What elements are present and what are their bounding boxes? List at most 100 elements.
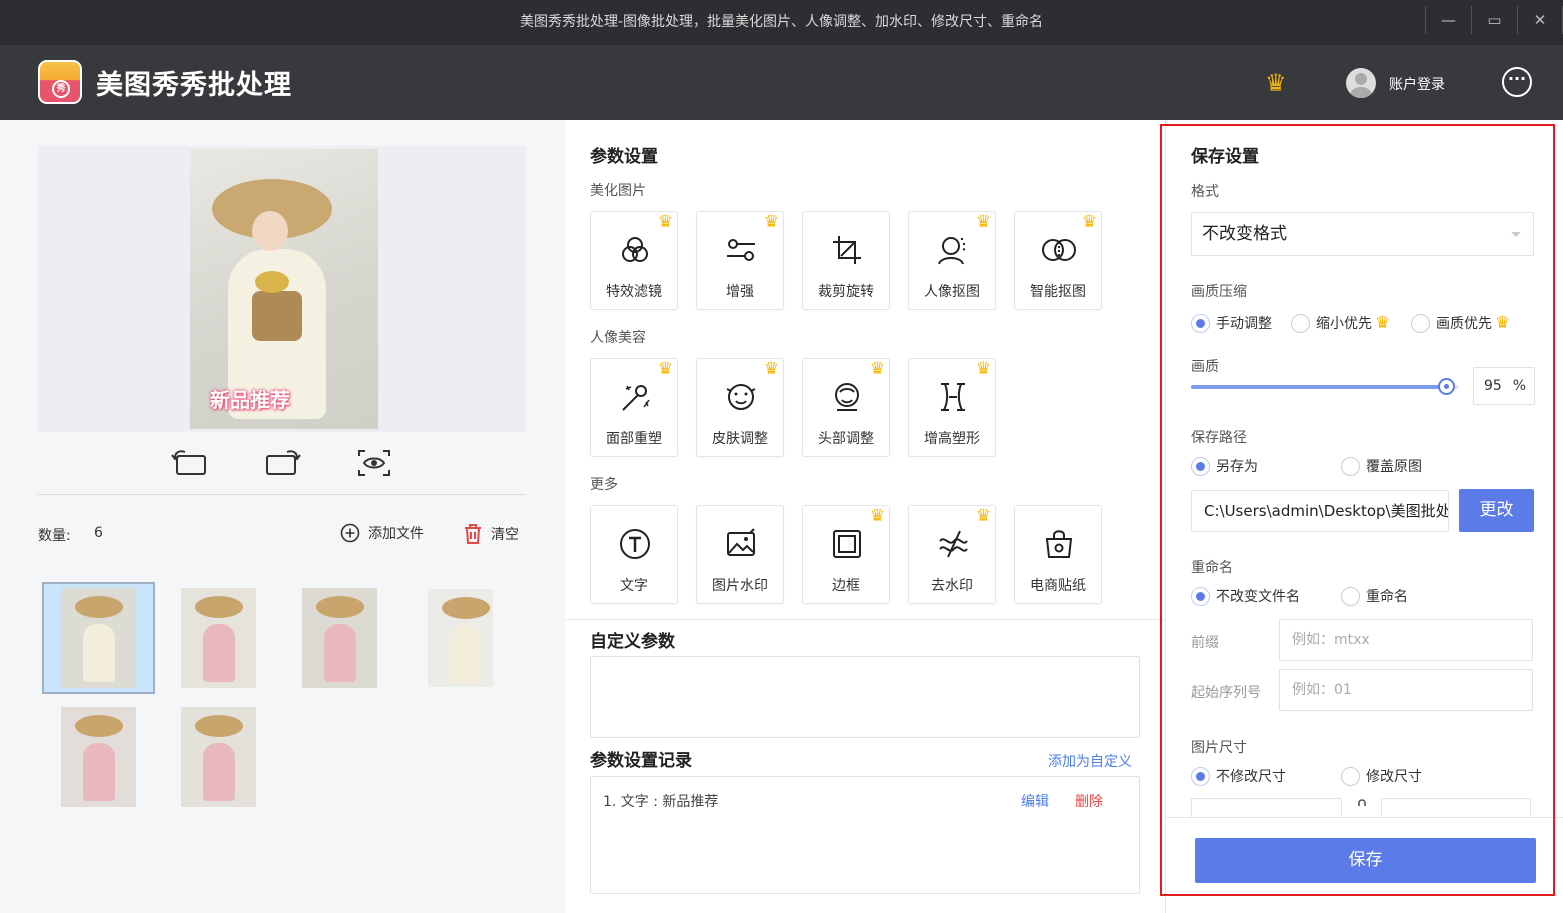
clear-label: 清空 — [491, 527, 519, 543]
tool-image-watermark[interactable]: 图片水印 — [696, 505, 784, 604]
window-titlebar: 美图秀秀批处理-图像批处理，批量美化图片、人像调整、加水印、修改尺寸、重命名 —… — [0, 0, 1563, 45]
watermark-text[interactable]: 新品推荐 — [210, 384, 290, 413]
vip-crown-icon: ♛ — [763, 212, 779, 232]
params-record-title: 参数设置记录 — [590, 751, 692, 771]
add-file-label: 添加文件 — [368, 526, 424, 542]
vip-crown-icon: ♛ — [975, 359, 991, 379]
preview-photo: 新品推荐 — [190, 149, 378, 429]
add-circle-icon — [340, 523, 360, 543]
thumbnail-2[interactable] — [162, 582, 275, 694]
record-item-text: 1. 文字 : 新品推荐 — [603, 794, 719, 810]
enhance-icon — [723, 232, 759, 268]
tool-crop[interactable]: 裁剪旋转 — [802, 211, 890, 310]
sticker-icon — [1041, 526, 1077, 562]
tool-label: 去水印 — [931, 578, 973, 594]
tool-label: 特效滤镜 — [606, 284, 662, 300]
user-avatar[interactable] — [1346, 68, 1376, 98]
logo-glyph: 秀 — [52, 80, 70, 98]
group-portrait-label: 人像美容 — [590, 330, 646, 346]
image-preview: 新品推荐 — [38, 146, 526, 432]
tool-skin-adjust[interactable]: 皮肤调整 ♛ — [696, 358, 784, 457]
window-title: 美图秀秀批处理-图像批处理，批量美化图片、人像调整、加水印、修改尺寸、重命名 — [519, 14, 1044, 30]
count-label: 数量: — [38, 528, 71, 544]
vip-crown-icon: ♛ — [975, 506, 991, 526]
image-list-panel: 新品推荐 数量: 6 添加文件 清空 — [0, 120, 565, 913]
record-delete-link[interactable]: 删除 — [1075, 791, 1103, 811]
tool-label: 图片水印 — [712, 578, 768, 594]
clear-button[interactable]: 清空 — [463, 523, 519, 545]
close-button[interactable]: ✕ — [1517, 6, 1563, 34]
tool-label: 边框 — [832, 578, 860, 594]
skin-icon — [723, 379, 759, 415]
tool-face-reshape[interactable]: 面部重塑 ♛ — [590, 358, 678, 457]
params-record-list: 1. 文字 : 新品推荐 编辑 删除 — [590, 776, 1140, 894]
vip-crown-icon[interactable]: ♛ — [1265, 69, 1287, 97]
highlight-frame — [1160, 124, 1555, 896]
rotate-left-icon[interactable] — [170, 445, 210, 481]
tool-remove-watermark[interactable]: 去水印 ♛ — [908, 505, 996, 604]
tool-text[interactable]: 文字 — [590, 505, 678, 604]
params-title: 参数设置 — [590, 147, 658, 167]
tool-label: 皮肤调整 — [712, 431, 768, 447]
tool-ecommerce-sticker[interactable]: 电商贴纸 — [1014, 505, 1102, 604]
window-controls: — ▭ ✕ — [1425, 0, 1563, 45]
custom-params-title: 自定义参数 — [590, 632, 675, 652]
tool-smart-cutout[interactable]: 智能抠图 ♛ — [1014, 211, 1102, 310]
trash-icon — [465, 524, 481, 544]
section-divider — [565, 619, 1165, 620]
tool-filter[interactable]: 特效滤镜 ♛ — [590, 211, 678, 310]
body-shape-icon — [935, 379, 971, 415]
thumbnail-3[interactable] — [283, 582, 396, 694]
text-icon — [617, 526, 653, 562]
vip-crown-icon: ♛ — [975, 212, 991, 232]
head-icon — [829, 379, 865, 415]
add-as-custom-link[interactable]: 添加为自定义 — [1048, 751, 1132, 771]
count-value: 6 — [94, 525, 103, 541]
tool-border[interactable]: 边框 ♛ — [802, 505, 890, 604]
app-name: 美图秀秀批处理 — [96, 70, 292, 101]
vip-crown-icon: ♛ — [657, 212, 673, 232]
minimize-button[interactable]: — — [1425, 6, 1471, 34]
filter-icon — [617, 232, 653, 268]
custom-params-box[interactable] — [590, 656, 1140, 738]
tool-enhance[interactable]: 增强 ♛ — [696, 211, 784, 310]
tool-label: 面部重塑 — [606, 431, 662, 447]
remove-watermark-icon — [935, 526, 971, 562]
group-more-label: 更多 — [590, 477, 618, 493]
border-icon — [829, 526, 865, 562]
app-header: 秀 美图秀秀批处理 ♛ 账户登录 ··· — [0, 45, 1563, 120]
thumbnail-1[interactable] — [42, 582, 155, 694]
thumbnail-4[interactable] — [404, 582, 517, 694]
vip-crown-icon: ♛ — [869, 359, 885, 379]
account-login-link[interactable]: 账户登录 — [1389, 74, 1445, 94]
tool-portrait-cutout[interactable]: 人像抠图 ♛ — [908, 211, 996, 310]
more-menu-icon[interactable]: ··· — [1502, 67, 1532, 97]
tool-label: 智能抠图 — [1030, 284, 1086, 300]
tool-label: 增高塑形 — [924, 431, 980, 447]
params-panel: 参数设置 美化图片 特效滤镜 ♛ 增强 ♛ 裁剪旋转 人像抠图 ♛ 智能抠图 ♛… — [565, 120, 1165, 913]
tool-label: 电商贴纸 — [1030, 578, 1086, 594]
vip-crown-icon: ♛ — [763, 359, 779, 379]
vip-crown-icon: ♛ — [869, 506, 885, 526]
tool-head-adjust[interactable]: 头部调整 ♛ — [802, 358, 890, 457]
group-beautify-label: 美化图片 — [590, 183, 646, 199]
image-watermark-icon — [723, 526, 759, 562]
thumbnail-6[interactable] — [162, 701, 275, 813]
record-edit-link[interactable]: 编辑 — [1021, 791, 1049, 811]
add-file-button[interactable]: 添加文件 — [340, 523, 424, 543]
magic-wand-icon — [617, 379, 653, 415]
thumbnail-5[interactable] — [42, 701, 155, 813]
tool-label: 文字 — [620, 578, 648, 594]
tool-label: 增强 — [726, 284, 754, 300]
maximize-button[interactable]: ▭ — [1471, 6, 1517, 34]
app-logo: 秀 — [38, 60, 82, 104]
tool-label: 人像抠图 — [924, 284, 980, 300]
panel-divider — [38, 494, 526, 495]
preview-eye-icon[interactable] — [354, 445, 394, 481]
tool-body-shape[interactable]: 增高塑形 ♛ — [908, 358, 996, 457]
tool-label: 头部调整 — [818, 431, 874, 447]
portrait-cutout-icon — [935, 232, 971, 268]
preview-toolbar — [170, 445, 394, 481]
rotate-right-icon[interactable] — [262, 445, 302, 481]
crop-icon — [829, 232, 865, 268]
